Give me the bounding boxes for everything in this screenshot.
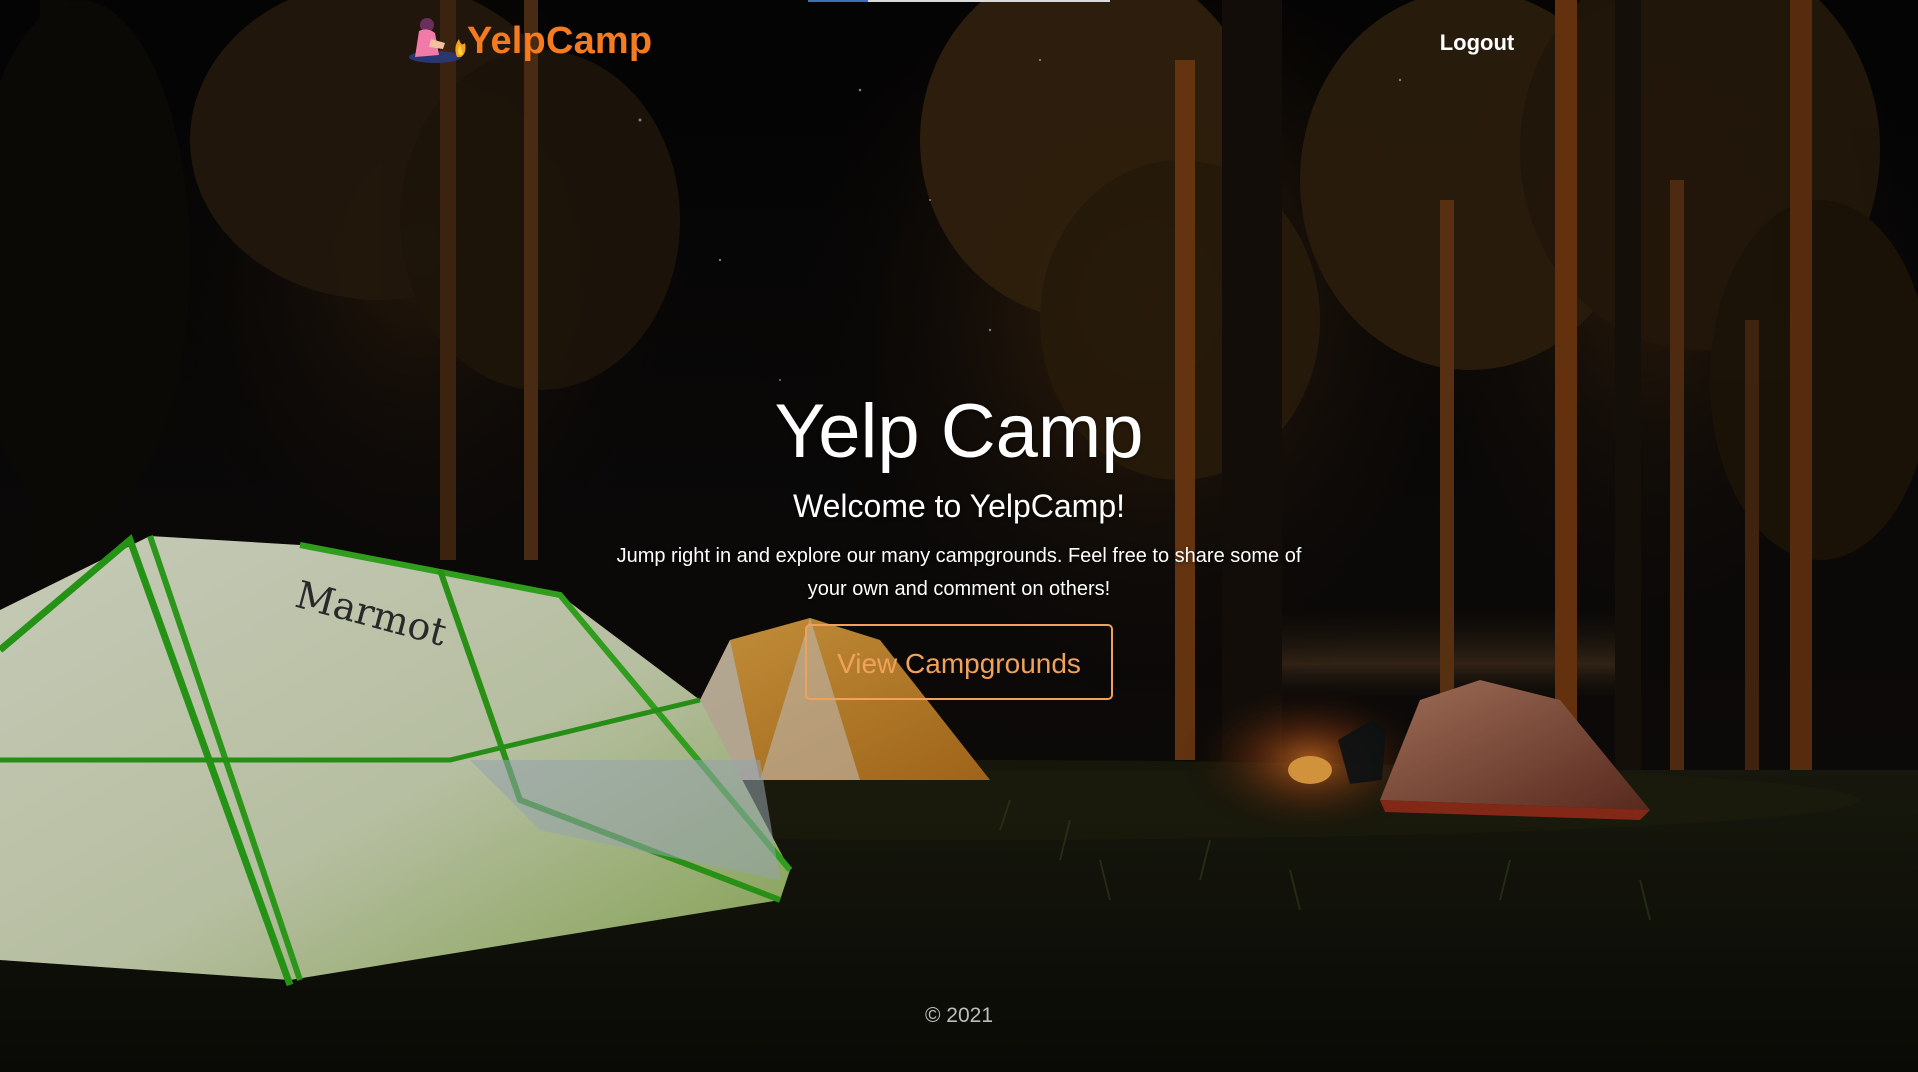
brand-link[interactable]: YelpCamp (405, 13, 652, 69)
hero-subtitle: Welcome to YelpCamp! (792, 488, 1126, 524)
logout-link[interactable]: Logout (1424, 30, 1530, 56)
view-campgrounds-button[interactable]: View Campgrounds (805, 624, 1113, 700)
footer: © 2021 (0, 1004, 1918, 1028)
navbar: YelpCamp Logout (0, 0, 1918, 86)
landing-page: Marmot YelpCamp Logout Yelp Camp Welcome… (0, 0, 1918, 1072)
hero-description: Jump right in and explore our many campg… (616, 545, 1302, 600)
hero-title: Yelp Camp (774, 389, 1144, 474)
copyright-text: © 2021 (924, 1004, 994, 1027)
hero-section: Yelp Camp Welcome to YelpCamp! Jump righ… (559, 384, 1359, 700)
camper-by-campfire-icon (409, 18, 466, 63)
brand-name: YelpCamp (467, 19, 653, 62)
